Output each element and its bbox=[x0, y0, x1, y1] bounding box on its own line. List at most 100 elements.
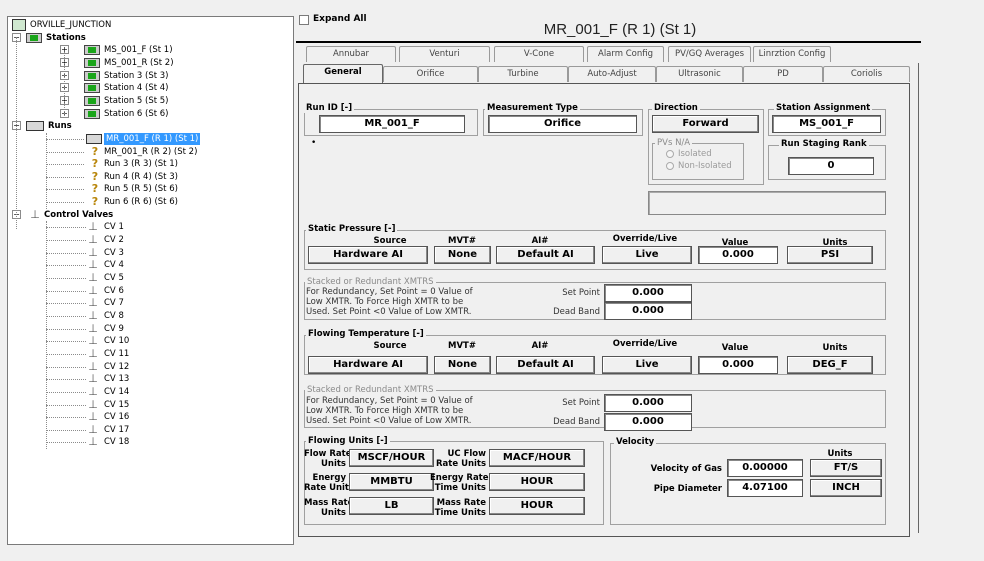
tree-row[interactable]: ⊥ CV 10 bbox=[8, 335, 293, 347]
tab-coriolis[interactable]: Coriolis bbox=[823, 66, 910, 82]
ft-source-header: Source bbox=[373, 341, 407, 351]
tree-label: Runs bbox=[48, 121, 72, 132]
tree-row[interactable]: + MS_001_F (St 1) bbox=[8, 44, 293, 56]
control-valve-icon: ⊥ bbox=[88, 410, 98, 424]
tree-row[interactable]: ⊥ CV 15 bbox=[8, 397, 293, 411]
tree-row[interactable]: MR_001_F (R 1) (St 1) bbox=[8, 132, 293, 145]
tree-row[interactable]: + Station 5 (St 5) bbox=[8, 95, 293, 107]
tab-ultrasonic[interactable]: Ultrasonic bbox=[656, 66, 743, 82]
tab-alarm-config[interactable]: Alarm Config bbox=[587, 46, 664, 62]
tree-row[interactable]: + Station 4 (St 4) bbox=[8, 82, 293, 94]
run-staging-rank-field[interactable]: 0 bbox=[788, 157, 874, 175]
unconfigured-run-icon: ? bbox=[91, 195, 99, 209]
status-box bbox=[648, 191, 886, 215]
non-isolated-radio[interactable] bbox=[666, 162, 674, 170]
velocity-of-gas-field[interactable]: 0.00000 bbox=[727, 459, 803, 477]
tree-row[interactable]: ⊥ CV 6 bbox=[8, 284, 293, 297]
pipe-diameter-units-button[interactable]: INCH bbox=[810, 479, 882, 497]
control-valve-icon: ⊥ bbox=[88, 397, 98, 411]
tree-label: Run 5 (R 5) (St 6) bbox=[104, 184, 178, 195]
tree-row[interactable]: + Station 6 (St 6) bbox=[8, 108, 293, 120]
ft-ai-button[interactable]: Default AI bbox=[496, 356, 595, 374]
tree-row[interactable]: ⊥ CV 9 bbox=[8, 322, 293, 335]
tree-row[interactable]: ⊥ CV 18 bbox=[8, 436, 293, 448]
sp-source-button[interactable]: Hardware AI bbox=[308, 246, 428, 264]
tree-row[interactable]: ⊥ CV 8 bbox=[8, 309, 293, 322]
tree-row[interactable]: ? Run 4 (R 4) (St 3) bbox=[8, 170, 293, 183]
tree-row[interactable]: ⊥ CV 5 bbox=[8, 272, 293, 284]
tree-label: CV 7 bbox=[104, 298, 124, 309]
tree-guide-line bbox=[64, 52, 65, 116]
mass-rate-units-button[interactable]: LB bbox=[349, 497, 434, 515]
tree-row[interactable]: ⊥ CV 11 bbox=[8, 347, 293, 360]
energy-time-units-button[interactable]: HOUR bbox=[489, 473, 585, 491]
set-point-label-1: Set Point bbox=[562, 288, 600, 298]
tree-connector bbox=[46, 164, 84, 166]
pipe-diameter-label: Pipe Diameter bbox=[653, 484, 722, 494]
tree-row[interactable]: ⊥ CV 2 bbox=[8, 234, 293, 246]
tree-row[interactable]: ? Run 6 (R 6) (St 6) bbox=[8, 196, 293, 208]
set-point-field-2[interactable]: 0.000 bbox=[604, 394, 692, 412]
runs-folder-icon bbox=[26, 121, 44, 132]
tab-annubar[interactable]: Annubar bbox=[306, 46, 396, 62]
set-point-field-1[interactable]: 0.000 bbox=[604, 284, 692, 302]
station-icon bbox=[84, 108, 100, 119]
tree-row[interactable]: ? Run 3 (R 3) (St 1) bbox=[8, 158, 293, 170]
expand-all-checkbox[interactable] bbox=[299, 15, 309, 25]
tree-label: Stations bbox=[46, 32, 86, 43]
tree-row[interactable]: ? Run 5 (R 5) (St 6) bbox=[8, 183, 293, 195]
station-assignment-field[interactable]: MS_001_F bbox=[772, 115, 881, 133]
direction-button[interactable]: Forward bbox=[652, 115, 759, 133]
energy-rate-units-button[interactable]: MMBTU bbox=[349, 473, 434, 491]
tab-v-cone[interactable]: V-Cone bbox=[494, 46, 584, 62]
tree-row[interactable]: ⊥ CV 3 bbox=[8, 246, 293, 259]
tree-row[interactable]: ⊥ CV 13 bbox=[8, 373, 293, 385]
tree-row[interactable]: − Stations bbox=[8, 32, 293, 44]
navigation-tree[interactable]: ORVILLE_JUNCTION − Stations + MS_001_F (St 1… bbox=[7, 16, 294, 545]
ft-value-field[interactable]: 0.000 bbox=[698, 356, 778, 374]
pipe-diameter-field[interactable]: 4.07100 bbox=[727, 479, 803, 497]
tree-row[interactable]: + Station 3 (St 3) bbox=[8, 70, 293, 82]
control-valve-icon: ⊥ bbox=[88, 435, 98, 449]
run-id-field[interactable]: MR_001_F bbox=[319, 115, 465, 133]
sp-override-button[interactable]: Live bbox=[602, 246, 692, 264]
sp-mvt-button[interactable]: None bbox=[434, 246, 491, 264]
ft-override-header: Override/Live bbox=[612, 339, 678, 349]
ft-mvt-button[interactable]: None bbox=[434, 356, 491, 374]
flow-rate-units-button[interactable]: MSCF/HOUR bbox=[349, 449, 434, 467]
mass-time-units-button[interactable]: HOUR bbox=[489, 497, 585, 515]
dead-band-field-1[interactable]: 0.000 bbox=[604, 302, 692, 320]
tab-pv-gq-averages[interactable]: PV/GQ Averages bbox=[668, 46, 751, 62]
dead-band-field-2[interactable]: 0.000 bbox=[604, 413, 692, 431]
tab-pd[interactable]: PD bbox=[743, 66, 823, 82]
tree-row[interactable]: ⊥ CV 4 bbox=[8, 259, 293, 271]
ft-units-button[interactable]: DEG_F bbox=[787, 356, 873, 374]
uc-flow-rate-units-button[interactable]: MACF/HOUR bbox=[489, 449, 585, 467]
isolated-radio[interactable] bbox=[666, 150, 674, 158]
tree-row[interactable]: ⊥ CV 7 bbox=[8, 297, 293, 309]
tab-general[interactable]: General bbox=[303, 64, 383, 83]
tree-row[interactable]: ⊥ CV 12 bbox=[8, 360, 293, 373]
sp-value-field[interactable]: 0.000 bbox=[698, 246, 778, 264]
tree-row[interactable]: ⊥ CV 17 bbox=[8, 423, 293, 436]
tree-row[interactable]: + MS_001_R (St 2) bbox=[8, 57, 293, 69]
ft-source-button[interactable]: Hardware AI bbox=[308, 356, 428, 374]
sp-ai-button[interactable]: Default AI bbox=[496, 246, 595, 264]
tree-row[interactable]: ORVILLE_JUNCTION bbox=[8, 19, 293, 31]
tree-row[interactable]: ⊥ CV 1 bbox=[8, 221, 293, 233]
measurement-type-field[interactable]: Orifice bbox=[488, 115, 637, 133]
tab-venturi[interactable]: Venturi bbox=[399, 46, 490, 62]
tab-orifice[interactable]: Orifice bbox=[383, 66, 478, 82]
sp-units-button[interactable]: PSI bbox=[787, 246, 873, 264]
tree-row[interactable]: ? MR_001_R (R 2) (St 2) bbox=[8, 145, 293, 158]
tab-turbine[interactable]: Turbine bbox=[478, 66, 568, 82]
ft-override-button[interactable]: Live bbox=[602, 356, 692, 374]
tree-row[interactable]: − ⊥ Control Valves bbox=[8, 208, 293, 221]
tree-row[interactable]: − Runs bbox=[8, 120, 293, 132]
mass-rate-label-2: Units bbox=[321, 508, 346, 518]
tab-auto-adjust[interactable]: Auto-Adjust bbox=[568, 66, 656, 82]
tree-row[interactable]: ⊥ CV 16 bbox=[8, 411, 293, 423]
tab-linrztion-config[interactable]: Linrztion Config bbox=[753, 46, 831, 62]
velocity-units-button[interactable]: FT/S bbox=[810, 459, 882, 477]
tree-row[interactable]: ⊥ CV 14 bbox=[8, 385, 293, 398]
